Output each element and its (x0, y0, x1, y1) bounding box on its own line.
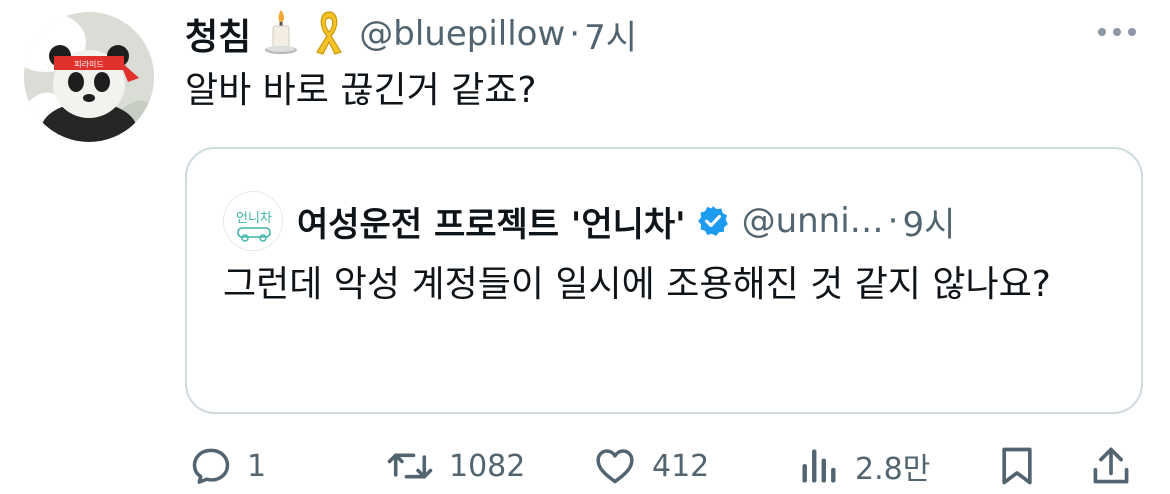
bookmark-button[interactable] (995, 438, 1039, 494)
candle-icon (263, 8, 299, 60)
handle[interactable]: @bluepillow (359, 14, 565, 54)
action-bar: 1 1082 412 2.8만 (185, 438, 1145, 494)
quoted-header: 언니차 여성운전 프로젝트 '언니차' @unni… · 9시 (223, 191, 955, 251)
quoted-avatar: 언니차 (223, 191, 283, 251)
quoted-tweet[interactable]: 언니차 여성운전 프로젝트 '언니차' @unni… · 9시 그런데 악성 계… (185, 147, 1143, 414)
views-count: 2.8만 (855, 452, 931, 487)
quoted-display-name[interactable]: 여성운전 프로젝트 '언니차' (297, 197, 686, 246)
reply-count: 1 (247, 448, 267, 484)
quoted-separator-dot: · (887, 201, 899, 241)
reply-button[interactable]: 1 (189, 438, 266, 494)
views-button[interactable]: 2.8만 (797, 438, 930, 494)
ellipsis-icon (1098, 28, 1136, 36)
quoted-text: 그런데 악성 계정들이 일시에 조용해진 것 같지 않나요? (223, 264, 1051, 305)
analytics-icon (802, 449, 836, 483)
quoted-avatar-text: 언니차 (236, 211, 272, 226)
tweet-text: 알바 바로 끊긴거 같죠? (185, 70, 537, 111)
quoted-timestamp[interactable]: 9시 (902, 197, 955, 246)
quoted-handle[interactable]: @unni… (742, 201, 884, 241)
more-options-button[interactable] (1094, 20, 1140, 44)
tweet-header: 청침 @bluepillow · 7시 (185, 6, 637, 62)
share-icon (1093, 447, 1129, 484)
heart-icon (596, 449, 634, 484)
avatar[interactable]: 피라미드 (24, 12, 154, 142)
display-name[interactable]: 청침 (185, 8, 251, 60)
retweet-count: 1082 (449, 448, 526, 484)
verified-badge-icon (696, 204, 730, 238)
reply-icon (192, 448, 230, 484)
headband-text: 피라미드 (74, 60, 103, 69)
retweet-icon (387, 453, 433, 479)
panda-avatar-image: 피라미드 (24, 12, 154, 142)
timestamp[interactable]: 7시 (584, 10, 637, 59)
like-count: 412 (652, 448, 710, 484)
bookmark-icon (1002, 447, 1032, 485)
yellow-ribbon-icon (311, 8, 347, 60)
separator-dot: · (569, 14, 581, 54)
share-button[interactable] (1089, 438, 1133, 494)
like-button[interactable]: 412 (592, 438, 709, 494)
retweet-button[interactable]: 1082 (385, 438, 525, 494)
